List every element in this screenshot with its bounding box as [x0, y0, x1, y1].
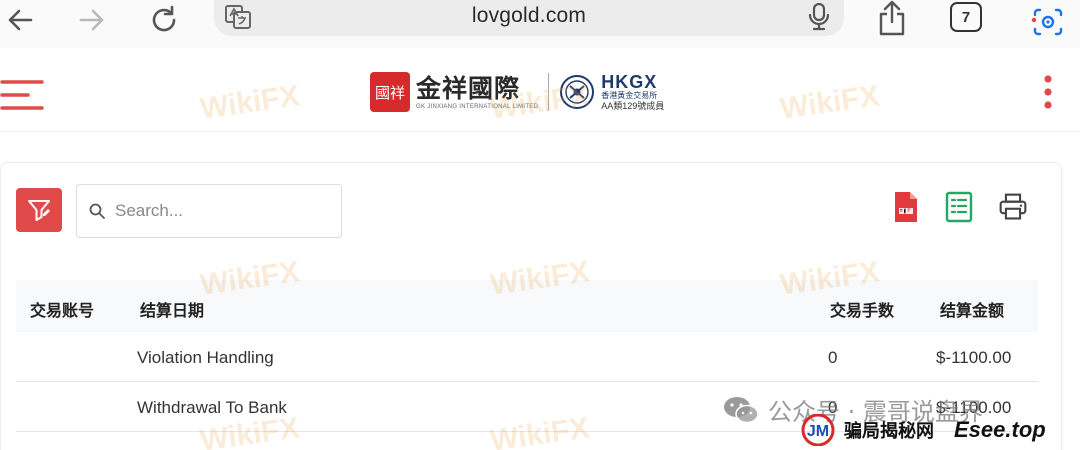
tab-switcher-button[interactable]: 7 — [950, 2, 982, 32]
hkgx-emblem-icon — [560, 75, 595, 109]
search-icon — [89, 203, 105, 219]
esee-watermark-en: Esee.top — [954, 417, 1046, 442]
cell-settlement-date: Violation Handling — [137, 348, 274, 367]
hkgx-member-number: AA類129號成員 — [601, 100, 665, 111]
hkgx-block: HKGX 香港黃金交易所 AA類129號成員 — [601, 73, 664, 112]
table-header-row: 交易账号 结算日期 交易手数 结算金额 — [16, 280, 1038, 332]
esee-watermark-cn: 骗局揭秘网 — [844, 421, 934, 442]
address-bar[interactable]: lovgold.com — [214, 0, 844, 36]
cell-settlement-amount: $-1100.00 — [936, 348, 1012, 367]
wechat-icon — [724, 396, 759, 423]
logo-divider — [548, 73, 550, 111]
kebab-menu-icon[interactable] — [1040, 74, 1056, 110]
brand-block: 金祥國際 GK JINXIANG INTERNATIONAL LIMITED — [416, 74, 538, 110]
column-header-settlement-amount: 结算金额 — [940, 303, 1005, 320]
column-header-account: 交易账号 — [30, 303, 95, 320]
seal-logo: 國祥 — [370, 72, 410, 112]
export-pdf-icon[interactable] — [891, 190, 921, 224]
print-icon[interactable] — [998, 190, 1028, 224]
table-row[interactable]: Violation Handling 0 $-1100.00 — [16, 332, 1038, 382]
reload-icon[interactable] — [146, 2, 182, 38]
lens-search-icon[interactable] — [1030, 4, 1066, 38]
cell-settlement-date: Withdrawal To Bank — [137, 398, 287, 417]
site-logo[interactable]: 國祥 金祥國際 GK JINXIANG INTERNATIONAL LIMITE… — [370, 70, 664, 114]
hkgx-subtitle: 香港黃金交易所 — [601, 90, 658, 100]
export-excel-icon[interactable] — [944, 190, 974, 224]
column-header-lots: 交易手数 — [830, 303, 895, 320]
search-box[interactable] — [76, 184, 342, 238]
hkgx-text: HKGX — [601, 71, 658, 92]
brand-name-en: GK JINXIANG INTERNATIONAL LIMITED — [416, 104, 539, 110]
forward-arrow-icon[interactable] — [74, 2, 110, 38]
column-header-settlement-date: 结算日期 — [140, 303, 205, 320]
brand-name-cn: 金祥國際 — [416, 74, 521, 103]
cell-lots: 0 — [828, 348, 838, 367]
microphone-icon[interactable] — [806, 3, 832, 31]
back-arrow-icon[interactable] — [2, 2, 38, 38]
hamburger-menu-icon[interactable] — [0, 78, 44, 112]
esee-watermark: JM 骗局揭秘网 Esee.top — [798, 414, 1046, 446]
esee-logo-text: JM — [807, 423, 829, 440]
translate-icon[interactable] — [224, 4, 252, 30]
filter-funnel-icon — [28, 200, 50, 221]
esee-logo-icon: JM — [801, 414, 835, 446]
url-text: lovgold.com — [471, 4, 587, 27]
browser-toolbar: lovgold.com 7 — [0, 0, 1080, 48]
search-input[interactable] — [115, 201, 315, 221]
site-header: 國祥 金祥國際 GK JINXIANG INTERNATIONAL LIMITE… — [0, 48, 1080, 132]
filter-button[interactable] — [16, 188, 62, 232]
share-icon[interactable] — [876, 0, 908, 36]
